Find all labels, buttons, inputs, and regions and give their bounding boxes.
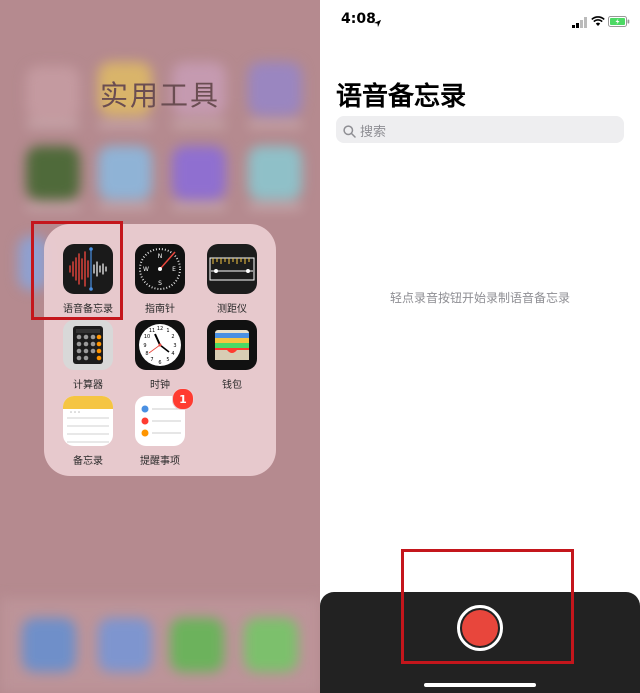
blurred-app-icon bbox=[172, 146, 226, 200]
app-label: 测距仪 bbox=[217, 304, 247, 315]
svg-text:10: 10 bbox=[144, 334, 150, 340]
calculator-icon bbox=[63, 320, 113, 370]
svg-text:W: W bbox=[143, 266, 149, 273]
empty-state-text: 轻点录音按钮开始录制语音备忘录 bbox=[389, 291, 570, 305]
clock-icon: 12 1 2 345 678 9 10 11 bbox=[135, 320, 185, 370]
highlight-box bbox=[31, 221, 123, 320]
blurred-label bbox=[248, 122, 302, 127]
battery-icon bbox=[608, 12, 630, 31]
app-label: 指南针 bbox=[145, 304, 175, 315]
svg-text:9: 9 bbox=[143, 343, 146, 349]
blurred-app-icon bbox=[248, 146, 302, 200]
app-wallet[interactable]: 钱包 bbox=[196, 320, 268, 391]
blurred-label bbox=[26, 122, 80, 127]
app-calculator[interactable]: 计算器 bbox=[52, 320, 124, 391]
page-title: 语音备忘录 bbox=[336, 82, 467, 112]
search-input[interactable]: 搜索 bbox=[336, 116, 624, 143]
blurred-label bbox=[172, 204, 226, 209]
blurred-dock-icon bbox=[22, 618, 76, 672]
svg-text:E: E bbox=[172, 266, 176, 273]
compass-icon: N S W E bbox=[135, 244, 185, 294]
status-time: 4:08 bbox=[341, 11, 376, 27]
search-placeholder: 搜索 bbox=[360, 125, 387, 140]
app-compass[interactable]: N S W E 指南针 bbox=[124, 244, 196, 315]
wallet-icon bbox=[207, 320, 257, 370]
search-icon bbox=[343, 123, 356, 142]
notes-icon bbox=[63, 396, 113, 446]
highlight-box bbox=[401, 549, 574, 664]
voice-memos-app: 4:08 语音备忘录 搜索 轻点录音按钮开始录制语音备忘录 bbox=[320, 0, 640, 693]
home-indicator[interactable] bbox=[424, 683, 536, 687]
blurred-label bbox=[248, 204, 302, 209]
blurred-label bbox=[26, 204, 80, 209]
svg-text:1: 1 bbox=[166, 328, 169, 334]
blurred-dock-icon bbox=[98, 618, 152, 672]
app-label: 提醒事项 bbox=[140, 456, 180, 467]
app-label: 计算器 bbox=[73, 380, 103, 391]
svg-text:3: 3 bbox=[173, 343, 176, 349]
wifi-icon bbox=[591, 12, 605, 31]
blurred-dock-icon bbox=[244, 618, 298, 672]
svg-text:4: 4 bbox=[171, 351, 174, 357]
location-arrow-icon bbox=[373, 13, 382, 32]
app-clock[interactable]: 12 1 2 345 678 9 10 11 时钟 bbox=[124, 320, 196, 391]
app-label: 备忘录 bbox=[73, 456, 103, 467]
blurred-label bbox=[172, 122, 226, 127]
folder-title: 实用工具 bbox=[99, 79, 220, 112]
svg-text:11: 11 bbox=[149, 328, 155, 334]
signal-icon bbox=[572, 13, 588, 32]
svg-text:7: 7 bbox=[150, 357, 153, 363]
blurred-app-icon bbox=[98, 146, 152, 200]
svg-text:2: 2 bbox=[171, 334, 174, 340]
home-screen: 实用工具 语音备忘录 N S W E 指南针 测距仪 计算器 12 1 2 3 … bbox=[0, 0, 320, 693]
app-label: 钱包 bbox=[222, 380, 242, 391]
app-notes[interactable]: 备忘录 bbox=[52, 396, 124, 467]
measure-icon bbox=[207, 244, 257, 294]
svg-text:6: 6 bbox=[158, 360, 161, 366]
svg-text:8: 8 bbox=[145, 351, 148, 357]
notification-badge: 1 bbox=[172, 388, 194, 410]
blurred-label bbox=[98, 204, 152, 209]
svg-text:N: N bbox=[158, 253, 163, 260]
svg-text:12: 12 bbox=[157, 326, 163, 332]
status-bar: 4:08 bbox=[320, 0, 640, 36]
blurred-label bbox=[98, 122, 152, 127]
svg-text:5: 5 bbox=[166, 357, 169, 363]
svg-text:S: S bbox=[158, 280, 162, 287]
blurred-dock-icon bbox=[170, 618, 224, 672]
blurred-app-icon bbox=[26, 146, 80, 200]
app-measure[interactable]: 测距仪 bbox=[196, 244, 268, 315]
